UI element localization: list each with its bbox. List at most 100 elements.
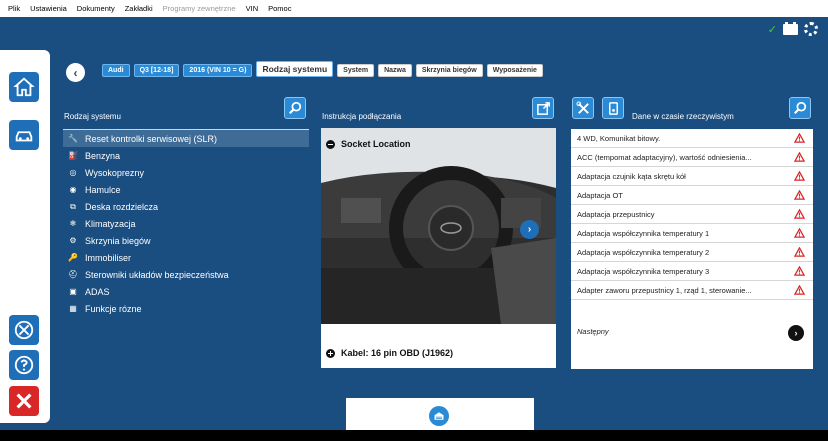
left-sidebar bbox=[0, 50, 50, 423]
system-item-label: Wysokoprezny bbox=[85, 167, 144, 178]
breadcrumb-item[interactable]: Nazwa bbox=[378, 64, 412, 77]
warning-icon bbox=[793, 284, 806, 295]
close-button[interactable] bbox=[9, 386, 39, 416]
system-list: 🔧 Reset kontrolki serwisowej (SLR) ⛽ Benzyn… bbox=[63, 129, 309, 317]
system-item-label: Funkcje rózne bbox=[85, 303, 142, 314]
system-item[interactable]: ◎ Wysokoprezny bbox=[63, 164, 309, 181]
expand-icon bbox=[326, 348, 335, 358]
live-data-label: Adaptacja przepustnicy bbox=[577, 209, 655, 219]
diesel-icon: ◎ bbox=[69, 168, 77, 177]
menu-item[interactable]: Ustawienia bbox=[30, 4, 67, 13]
system-item-label: Klimatyzacja bbox=[85, 218, 136, 229]
menu-item[interactable]: Programy zewnętrzne bbox=[163, 4, 236, 13]
obd-device-button[interactable] bbox=[602, 97, 624, 119]
system-item[interactable]: ◉ Hamulce bbox=[63, 181, 309, 198]
right-search-button[interactable] bbox=[789, 97, 811, 119]
system-item[interactable]: ⛽ Benzyna bbox=[63, 147, 309, 164]
breadcrumb-item[interactable]: System bbox=[337, 64, 375, 77]
mid-panel-title: Instrukcja podłączania bbox=[322, 112, 402, 121]
live-data-item[interactable]: Adaptacja przepustnicy bbox=[571, 205, 813, 224]
bottom-bar bbox=[0, 430, 828, 441]
menu-item[interactable]: Zakładki bbox=[125, 4, 153, 13]
warning-icon bbox=[793, 151, 806, 162]
connected-check-icon: ✓ bbox=[767, 23, 777, 36]
next-page-button[interactable]: › bbox=[788, 325, 804, 341]
system-item-label: Skrzynia biegów bbox=[85, 235, 151, 246]
left-search-button[interactable] bbox=[284, 97, 306, 119]
live-data-label: Adaptacja współczynnika temperatury 1 bbox=[577, 228, 710, 238]
fuel-icon: ⛽ bbox=[68, 151, 78, 160]
tools-button[interactable] bbox=[572, 97, 594, 119]
live-data-item[interactable]: Adaptacja współczynnika temperatury 2 bbox=[571, 243, 813, 262]
right-panel-title: Dane w czasie rzeczywistym bbox=[632, 112, 734, 121]
aircon-icon: ❄ bbox=[69, 219, 77, 228]
search-icon bbox=[288, 101, 302, 115]
back-button[interactable]: ‹ bbox=[66, 63, 85, 82]
live-data-label: ACC (tempomat adaptacyjny), wartość odni… bbox=[577, 152, 752, 162]
system-item[interactable]: ▣ ADAS bbox=[63, 283, 309, 300]
misc-icon: ▦ bbox=[69, 304, 77, 313]
system-item-label: Benzyna bbox=[85, 150, 121, 161]
breadcrumb-item[interactable]: Wyposażenie bbox=[486, 64, 543, 77]
system-item[interactable]: ▦ Funkcje rózne bbox=[63, 300, 309, 317]
warning-icon bbox=[793, 246, 806, 257]
wrench-icon: 🔧 bbox=[68, 134, 78, 143]
system-item-label: Sterowniki układów bezpieczeństwa bbox=[85, 269, 229, 280]
system-item[interactable]: ❄ Klimatyzacja bbox=[63, 215, 309, 232]
menu-item[interactable]: VIN bbox=[246, 4, 259, 13]
bottom-action-panel bbox=[346, 398, 534, 430]
system-item[interactable]: ⚙ Skrzynia biegów bbox=[63, 232, 309, 249]
breadcrumb: Audi Q3 [12-18] 2016 (VIN 10 = G) Rodzaj sy… bbox=[102, 61, 543, 77]
breadcrumb-item[interactable]: Skrzynia biegów bbox=[415, 64, 483, 77]
socket-location-label[interactable]: Socket Location bbox=[326, 139, 411, 149]
dashboard-icon: ⧉ bbox=[70, 201, 76, 211]
tools-icon bbox=[14, 320, 34, 340]
external-link-button[interactable] bbox=[532, 97, 554, 119]
obd-device-icon bbox=[608, 101, 618, 115]
live-data-item[interactable]: Adaptacja czujnik kąta skrętu kół bbox=[571, 167, 813, 186]
help-button[interactable] bbox=[9, 350, 39, 380]
next-image-button[interactable]: › bbox=[520, 220, 539, 239]
garage-icon bbox=[434, 412, 444, 420]
warning-icon bbox=[793, 208, 806, 219]
live-data-item[interactable]: Adaptacja współczynnika temperatury 1 bbox=[571, 224, 813, 243]
live-data-item[interactable]: Adaptacja współczynnika temperatury 3 bbox=[571, 262, 813, 281]
live-data-item[interactable]: 4 WD, Komunikat bitowy. bbox=[571, 129, 813, 148]
system-item[interactable]: 🔧 Reset kontrolki serwisowej (SLR) bbox=[63, 130, 309, 147]
external-link-icon bbox=[536, 101, 550, 115]
garage-button[interactable] bbox=[429, 406, 449, 426]
live-data-item[interactable]: Adapter zaworu przepustnicy 1, rząd 1, s… bbox=[571, 281, 813, 300]
battery-icon bbox=[783, 21, 798, 35]
system-item[interactable]: ⛑ Sterowniki układów bezpieczeństwa bbox=[63, 266, 309, 283]
settings-button[interactable] bbox=[9, 315, 39, 345]
airbag-icon: ⛑ bbox=[67, 270, 79, 279]
vehicle-button[interactable] bbox=[9, 120, 39, 150]
breadcrumb-active[interactable]: Rodzaj systemu bbox=[256, 61, 334, 77]
menu-item[interactable]: Pomoc bbox=[268, 4, 291, 13]
live-data-item[interactable]: Adaptacja OT bbox=[571, 186, 813, 205]
breadcrumb-item[interactable]: Audi bbox=[102, 64, 130, 77]
menu-item[interactable]: Plik bbox=[8, 4, 20, 13]
menu-item[interactable]: Dokumenty bbox=[77, 4, 115, 13]
key-icon: 🔑 bbox=[68, 253, 78, 262]
system-item-label: Hamulce bbox=[85, 184, 121, 195]
car-interior-photo: Socket Location › bbox=[321, 128, 556, 324]
system-item-label: Deska rozdzielcza bbox=[85, 201, 159, 212]
system-item[interactable]: ⧉ Deska rozdzielcza bbox=[63, 198, 309, 215]
collapse-icon bbox=[326, 139, 335, 149]
warning-icon bbox=[793, 189, 806, 200]
breadcrumb-item[interactable]: Q3 [12-18] bbox=[133, 64, 180, 77]
next-page-label[interactable]: Następny bbox=[577, 327, 609, 336]
system-item-label: Immobiliser bbox=[85, 252, 132, 263]
adas-icon: ▣ bbox=[69, 287, 77, 296]
system-item[interactable]: 🔑 Immobiliser bbox=[63, 249, 309, 266]
home-button[interactable] bbox=[9, 72, 39, 102]
live-data-label: Adaptacja czujnik kąta skrętu kół bbox=[577, 171, 686, 181]
home-icon bbox=[13, 77, 35, 97]
cable-label[interactable]: Kabel: 16 pin OBD (J1962) bbox=[326, 348, 453, 358]
breadcrumb-item[interactable]: 2016 (VIN 10 = G) bbox=[183, 64, 253, 77]
live-data-label: Adapter zaworu przepustnicy 1, rząd 1, s… bbox=[577, 285, 752, 295]
gearbox-icon: ⚙ bbox=[69, 236, 77, 245]
live-data-item[interactable]: ACC (tempomat adaptacyjny), wartość odni… bbox=[571, 148, 813, 167]
menubar: Plik Ustawienia Dokumenty Zakładki Programy … bbox=[0, 0, 828, 17]
